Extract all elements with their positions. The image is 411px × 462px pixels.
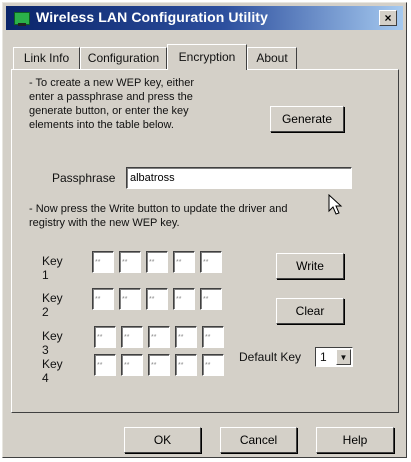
- ok-button[interactable]: OK: [124, 427, 201, 453]
- default-key-select[interactable]: 1 ▼: [315, 347, 353, 367]
- window-title: Wireless LAN Configuration Utility: [36, 9, 268, 25]
- key-byte-input[interactable]: [119, 251, 141, 273]
- tab-link-info[interactable]: Link Info: [13, 47, 80, 69]
- dialog-window: Wireless LAN Configuration Utility × Lin…: [2, 2, 407, 458]
- tab-about[interactable]: About: [247, 47, 297, 69]
- key-byte-input[interactable]: [173, 288, 195, 310]
- tab-encryption[interactable]: Encryption: [167, 44, 247, 70]
- clear-button[interactable]: Clear: [276, 298, 344, 324]
- key-label: Key 3: [42, 329, 63, 357]
- key-byte-input[interactable]: [202, 354, 224, 376]
- wireless-network-icon: [14, 12, 30, 26]
- key-byte-input[interactable]: [92, 288, 114, 310]
- cancel-button[interactable]: Cancel: [220, 427, 297, 453]
- write-button[interactable]: Write: [276, 253, 344, 279]
- close-icon[interactable]: ×: [379, 10, 397, 26]
- key-label: Key 1: [42, 254, 63, 282]
- key-byte-input[interactable]: [94, 354, 116, 376]
- key-byte-input[interactable]: [148, 326, 170, 348]
- key-byte-input[interactable]: [119, 288, 141, 310]
- help-button[interactable]: Help: [316, 427, 394, 453]
- key-byte-input[interactable]: [92, 251, 114, 273]
- key-byte-input[interactable]: [175, 326, 197, 348]
- tab-configuration[interactable]: Configuration: [80, 47, 167, 69]
- key-byte-input[interactable]: [94, 326, 116, 348]
- instructions-write: - Now press the Write button to update t…: [29, 203, 288, 229]
- key-byte-input[interactable]: [173, 251, 195, 273]
- passphrase-input[interactable]: [126, 167, 352, 189]
- key-byte-input[interactable]: [148, 354, 170, 376]
- passphrase-label: Passphrase: [52, 171, 116, 185]
- title-bar[interactable]: Wireless LAN Configuration Utility ×: [6, 6, 403, 30]
- key-label: Key 4: [42, 357, 63, 385]
- encryption-panel: - To create a new WEP key, either enter …: [11, 69, 399, 413]
- key-label: Key 2: [42, 291, 63, 319]
- key-byte-input[interactable]: [175, 354, 197, 376]
- key-byte-input[interactable]: [200, 251, 222, 273]
- default-key-value: 1: [320, 350, 327, 364]
- key-byte-input[interactable]: [146, 288, 168, 310]
- key-byte-input[interactable]: [200, 288, 222, 310]
- key-byte-input[interactable]: [121, 326, 143, 348]
- key-byte-input[interactable]: [146, 251, 168, 273]
- default-key-label: Default Key: [239, 350, 302, 364]
- chevron-down-icon[interactable]: ▼: [336, 349, 351, 365]
- key-byte-input[interactable]: [202, 326, 224, 348]
- key-byte-input[interactable]: [121, 354, 143, 376]
- generate-button[interactable]: Generate: [270, 106, 344, 132]
- instructions-generate: - To create a new WEP key, either enter …: [29, 77, 195, 131]
